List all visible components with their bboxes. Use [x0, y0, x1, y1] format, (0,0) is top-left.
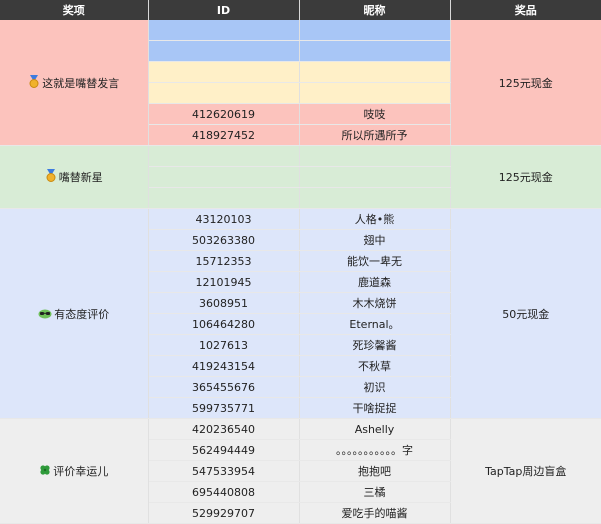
- id-cell: [148, 40, 300, 62]
- id-cell: 12101945: [148, 271, 300, 293]
- id-cell: 529929707: [148, 502, 300, 524]
- table-row: 有态度评价 43120103 人格•熊 50元现金: [0, 208, 601, 419]
- id-cell: [148, 166, 300, 188]
- id-cell: 562494449: [148, 439, 300, 461]
- id-cell: 547533954: [148, 460, 300, 482]
- nickname-cell: [299, 20, 451, 41]
- prize-cell: 125元现金: [450, 145, 601, 209]
- id-cell: 418927452: [148, 124, 300, 146]
- id-cell: 503263380: [148, 229, 300, 251]
- id-cell: 695440808: [148, 481, 300, 503]
- id-cell: 365455676: [148, 376, 300, 398]
- id-cell: [148, 20, 300, 41]
- nickname-cell: 三橘: [299, 481, 451, 503]
- nickname-cell: 吱吱: [299, 103, 451, 125]
- nickname-cell: 木木烧饼: [299, 292, 451, 314]
- header-row: 奖项 ID 昵称 奖品: [0, 0, 601, 20]
- id-cell: 15712353: [148, 250, 300, 272]
- table-row: 这就是嘴替发言 125元现金: [0, 20, 601, 146]
- table-row: 嘴替新星 125元现金: [0, 145, 601, 209]
- header-nickname: 昵称: [299, 0, 451, 20]
- nickname-cell: Eternal。: [299, 313, 451, 335]
- table-row: 评价幸运儿 420236540 Ashelly TapTap周边盲盒: [0, 418, 601, 524]
- id-cell: 1027613: [148, 334, 300, 356]
- nickname-cell: 所以所遇所予: [299, 124, 451, 146]
- id-cell: 419243154: [148, 355, 300, 377]
- nickname-cell: 。。。。。。。。。。。字: [299, 439, 451, 461]
- id-cell: 3608951: [148, 292, 300, 314]
- id-cell: [148, 145, 300, 167]
- header-award: 奖项: [0, 0, 149, 20]
- nickname-cell: [299, 145, 451, 167]
- award-cell: 这就是嘴替发言: [0, 20, 149, 146]
- prize-cell: TapTap周边盲盒: [450, 418, 601, 524]
- nickname-cell: 抱抱吧: [299, 460, 451, 482]
- sunglasses-icon: [38, 309, 52, 322]
- prize-cell: 50元现金: [450, 208, 601, 419]
- award-label: 评价幸运儿: [53, 465, 109, 478]
- nickname-cell: [299, 61, 451, 83]
- nickname-cell: 爱吃手的喵酱: [299, 502, 451, 524]
- award-label: 嘴替新星: [58, 171, 103, 184]
- award-label: 有态度评价: [54, 307, 110, 321]
- header-prize: 奖品: [450, 0, 601, 20]
- award-cell: 嘴替新星: [0, 145, 149, 209]
- id-cell: 43120103: [148, 208, 300, 230]
- nickname-cell: 人格•熊: [299, 208, 451, 230]
- nickname-cell: 鹿道森: [299, 271, 451, 293]
- nickname-cell: 不秋草: [299, 355, 451, 377]
- nickname-cell: [299, 166, 451, 188]
- award-cell: 有态度评价: [0, 208, 149, 419]
- header-id: ID: [148, 0, 300, 20]
- id-cell: 420236540: [148, 418, 300, 440]
- id-cell: [148, 61, 300, 83]
- award-cell: 评价幸运儿: [0, 418, 149, 524]
- id-cell: 106464280: [148, 313, 300, 335]
- award-label: 这就是嘴替发言: [42, 76, 120, 90]
- medal-icon: [45, 169, 57, 185]
- awards-table: 奖项 ID 昵称 奖品 这就是嘴替发言 125元现金 412620619 吱吱 …: [0, 0, 601, 524]
- nickname-cell: Ashelly: [299, 418, 451, 440]
- nickname-cell: 死珍馨酱: [299, 334, 451, 356]
- id-cell: [148, 187, 300, 209]
- nickname-cell: [299, 187, 451, 209]
- medal-icon: [28, 74, 40, 91]
- nickname-cell: [299, 40, 451, 62]
- id-cell: 412620619: [148, 103, 300, 125]
- nickname-cell: 干啥捉捉: [299, 397, 451, 419]
- nickname-cell: [299, 82, 451, 104]
- id-cell: [148, 82, 300, 104]
- id-cell: 599735771: [148, 397, 300, 419]
- prize-cell: 125元现金: [450, 20, 601, 146]
- nickname-cell: 翅中: [299, 229, 451, 251]
- nickname-cell: 初识: [299, 376, 451, 398]
- nickname-cell: 能饮一卑无: [299, 250, 451, 272]
- clover-icon: [39, 464, 51, 479]
